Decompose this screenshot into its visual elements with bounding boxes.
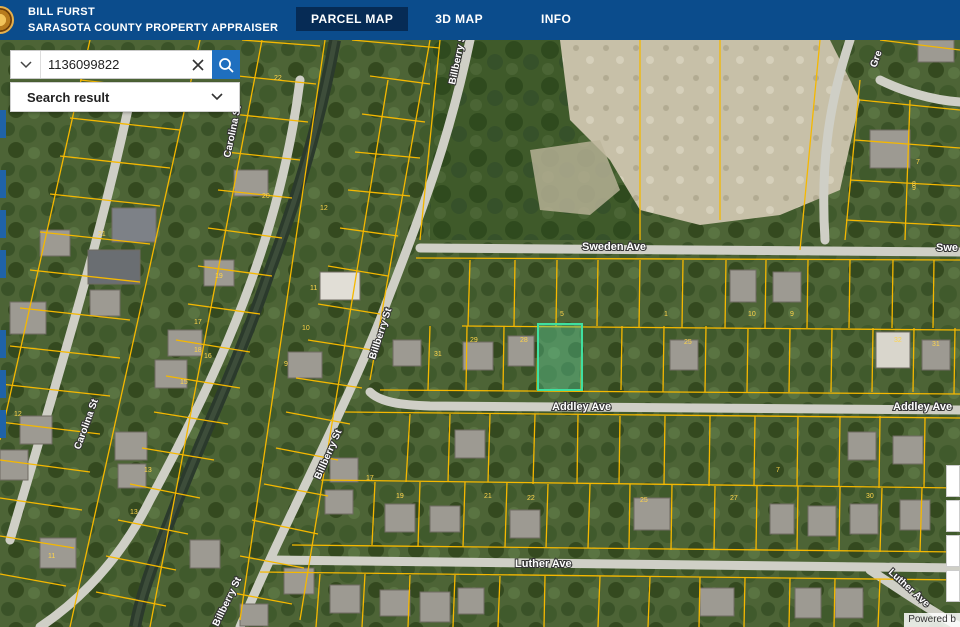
county-seal-logo (0, 6, 14, 34)
svg-text:9: 9 (790, 311, 794, 318)
search-result-label: Search result (27, 89, 110, 105)
svg-text:31: 31 (932, 341, 940, 348)
app-header: BILL FURST SARASOTA COUNTY PROPERTY APPR… (0, 0, 960, 40)
street-label-sweden: Sweden Ave (582, 241, 646, 253)
svg-text:25: 25 (684, 339, 692, 346)
svg-text:13: 13 (130, 509, 138, 516)
clear-search-button[interactable] (184, 51, 212, 78)
svg-text:10: 10 (748, 311, 756, 318)
svg-text:30: 30 (866, 493, 874, 500)
svg-text:1: 1 (664, 311, 668, 318)
search-input[interactable]: 1136099822 (41, 57, 184, 72)
svg-text:15: 15 (180, 379, 188, 386)
svg-text:19: 19 (396, 493, 404, 500)
svg-text:25: 25 (640, 497, 648, 504)
zoom-out-button[interactable] (946, 500, 960, 532)
left-panel-tab[interactable] (0, 170, 6, 198)
search-source-dropdown[interactable] (11, 51, 41, 78)
map-control-button[interactable] (946, 535, 960, 567)
aerial-map-canvas[interactable]: 202119 171615 131218 11109 1719 21 22 25 27… (0, 40, 960, 627)
parcel-map[interactable]: 20 21 19 17 16 15 13 12 18 11 10 9 17 19 21 22 25 27… (0, 40, 960, 627)
brand-line-2: SARASOTA COUNTY PROPERTY APPRAISER (28, 22, 279, 34)
left-panel-tab[interactable] (0, 250, 6, 278)
svg-text:18: 18 (194, 347, 202, 354)
selected-parcel[interactable] (537, 323, 583, 391)
svg-text:16: 16 (204, 353, 212, 360)
search-button[interactable] (212, 50, 240, 79)
svg-text:32: 32 (894, 337, 902, 344)
street-label-sweden-partial: Swe (936, 242, 958, 254)
left-panel-tab[interactable] (0, 410, 6, 438)
svg-text:22: 22 (527, 495, 535, 502)
svg-text:29: 29 (470, 337, 478, 344)
svg-text:19: 19 (215, 273, 223, 280)
search-icon (219, 57, 234, 73)
attribution: Powered b (904, 613, 960, 627)
svg-text:9: 9 (912, 185, 916, 192)
main-nav: PARCEL MAP 3D MAP INFO (296, 7, 586, 31)
left-panel-tab[interactable] (0, 330, 6, 358)
map-control-button[interactable] (946, 570, 960, 602)
zoom-in-button[interactable] (946, 465, 960, 497)
svg-text:31: 31 (434, 351, 442, 358)
app-brand: BILL FURST SARASOTA COUNTY PROPERTY APPR… (28, 4, 278, 36)
left-panel-tab[interactable] (0, 370, 6, 398)
svg-text:10: 10 (302, 325, 310, 332)
svg-text:7: 7 (776, 467, 780, 474)
svg-text:17: 17 (366, 475, 374, 482)
brand-line-1: BILL FURST (28, 6, 95, 18)
svg-text:12: 12 (320, 205, 328, 212)
search-box: 1136099822 (10, 50, 240, 79)
svg-text:20: 20 (262, 193, 270, 200)
tab-info[interactable]: INFO (526, 7, 586, 31)
svg-text:22: 22 (274, 75, 282, 82)
left-panel-tab[interactable] (0, 210, 6, 238)
search-result-dropdown[interactable]: Search result (10, 82, 240, 112)
svg-text:9: 9 (284, 361, 288, 368)
svg-text:11: 11 (310, 285, 317, 292)
street-label-luther: Luther Ave (515, 558, 572, 570)
street-label-addley-right: Addley Ave (893, 401, 952, 413)
close-icon (192, 58, 204, 71)
left-panel-tab[interactable] (0, 110, 6, 138)
tab-3d-map[interactable]: 3D MAP (420, 7, 498, 31)
tab-parcel-map[interactable]: PARCEL MAP (296, 7, 409, 31)
svg-text:12: 12 (14, 411, 22, 418)
svg-text:11: 11 (48, 553, 55, 560)
svg-text:27: 27 (730, 495, 738, 502)
svg-text:28: 28 (520, 337, 528, 344)
chevron-down-icon (211, 93, 223, 101)
chevron-down-icon (19, 60, 32, 68)
svg-text:17: 17 (194, 319, 202, 326)
svg-text:7: 7 (916, 159, 920, 166)
svg-text:21: 21 (98, 231, 106, 238)
svg-text:21: 21 (484, 493, 492, 500)
svg-text:13: 13 (144, 467, 152, 474)
street-label-addley: Addley Ave (552, 401, 611, 413)
svg-text:5: 5 (560, 311, 564, 318)
